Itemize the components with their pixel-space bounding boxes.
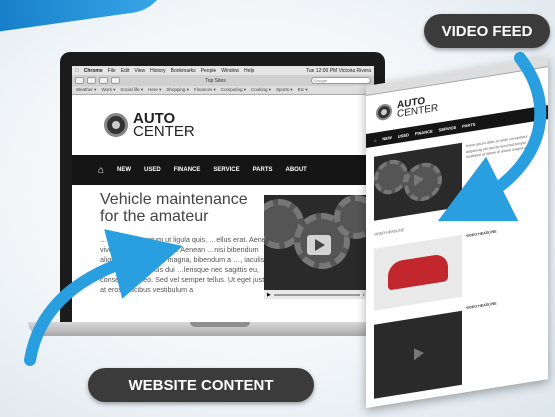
arrows-overlay [24,52,547,366]
arrow-to-tablet-video [437,52,547,222]
arrow-from-website [24,229,183,366]
website-content-badge: WEBSITE CONTENT [88,368,314,402]
video-feed-badge: VIDEO FEED [424,14,550,48]
